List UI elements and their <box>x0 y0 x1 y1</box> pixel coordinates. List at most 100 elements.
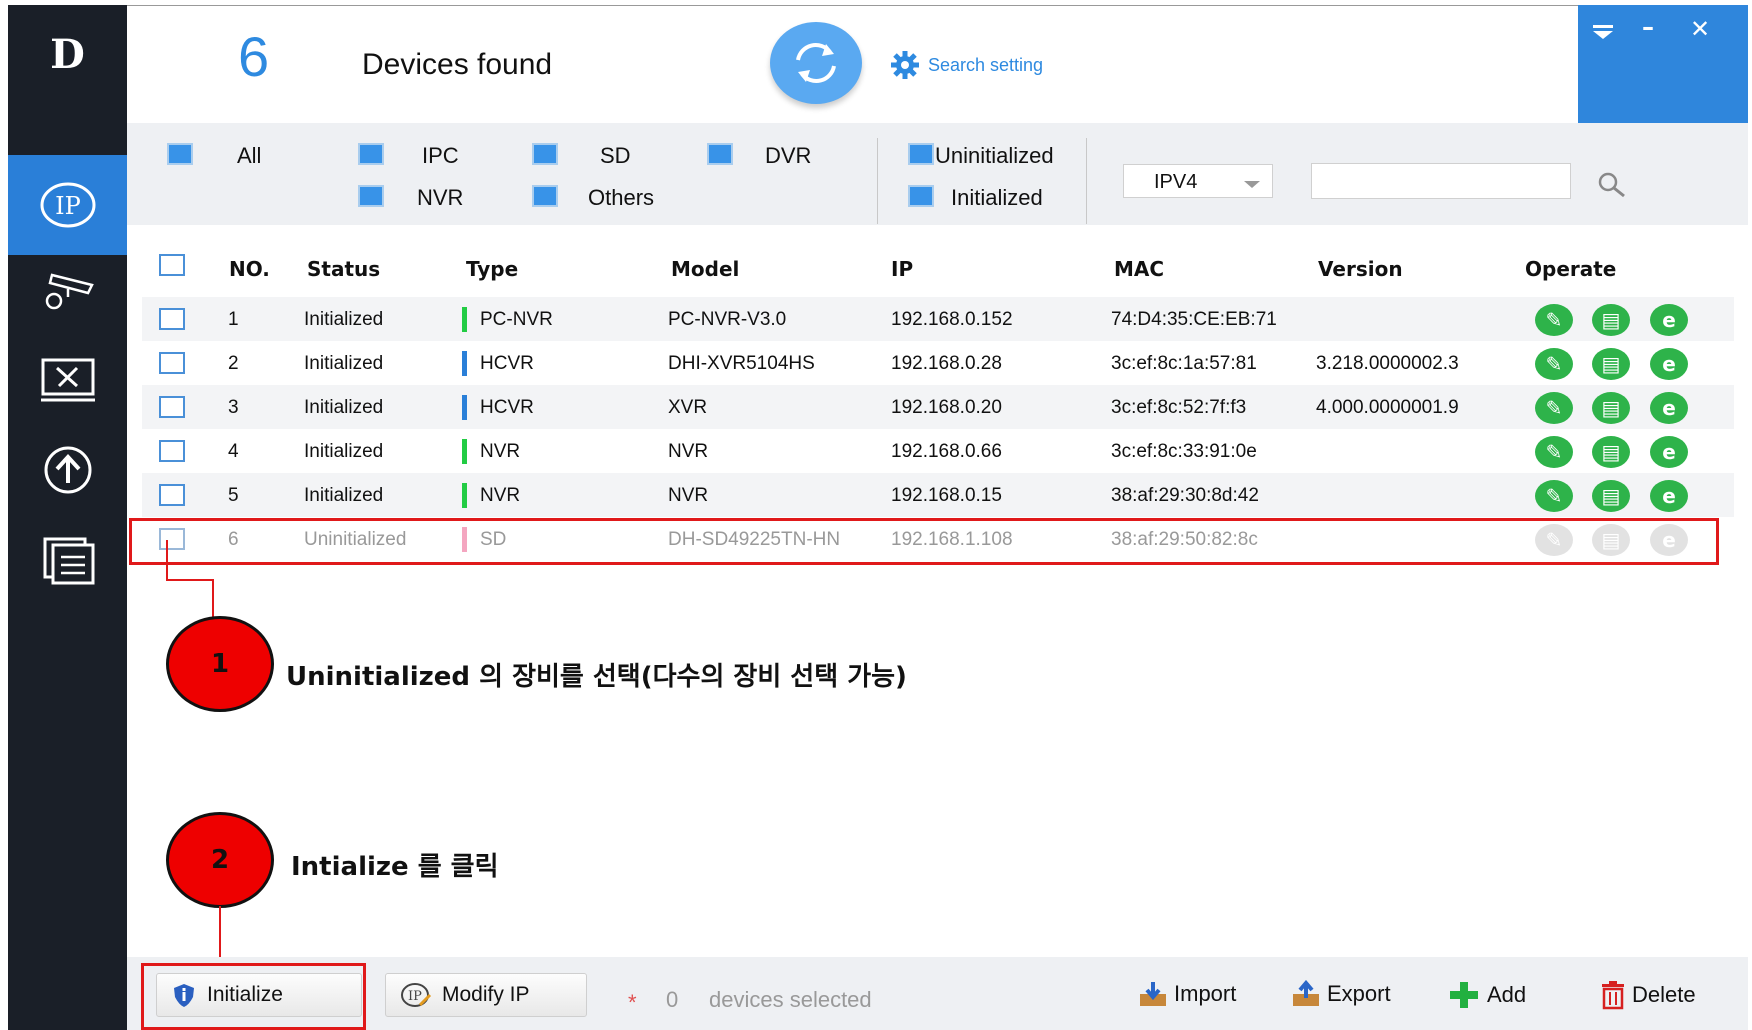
window-controls: – ✕ <box>1578 5 1748 123</box>
ip-version-value: IPV4 <box>1154 171 1198 193</box>
sidebar-item-camera-settings[interactable] <box>8 240 127 340</box>
details-icon[interactable]: ▤ <box>1592 436 1630 468</box>
row-status: Initialized <box>304 397 384 418</box>
filter-all-label: All <box>237 143 262 168</box>
table-row[interactable]: 5 Initialized NVR NVR 192.168.0.15 38:af… <box>142 473 1734 517</box>
web-browser-icon[interactable]: e <box>1650 436 1688 468</box>
filter-divider <box>877 138 878 224</box>
device-count: 6 <box>238 25 270 88</box>
highlight-uninitialized-row <box>129 518 1719 565</box>
row-status: Initialized <box>304 309 384 330</box>
row-mac: 38:af:29:30:8d:42 <box>1111 485 1259 506</box>
search-setting-link[interactable]: Search setting <box>890 50 1043 80</box>
edit-icon[interactable]: ✎ <box>1535 436 1573 468</box>
filter-initialized-checkbox[interactable] <box>908 185 934 207</box>
callout-line <box>166 579 214 581</box>
row-checkbox[interactable] <box>159 308 185 330</box>
modify-ip-icon: IP <box>401 983 432 1007</box>
column-header-model[interactable]: Model <box>671 257 739 281</box>
column-header-operate: Operate <box>1525 257 1617 281</box>
column-header-status[interactable]: Status <box>307 257 380 281</box>
dropdown-menu-button[interactable] <box>1592 19 1614 47</box>
web-browser-icon[interactable]: e <box>1650 304 1688 336</box>
filter-nvr-label: NVR <box>417 185 464 210</box>
web-browser-icon[interactable]: e <box>1650 348 1688 380</box>
edit-icon[interactable]: ✎ <box>1535 348 1573 380</box>
filter-nvr-checkbox[interactable] <box>358 185 384 207</box>
selected-count: 0 <box>666 987 679 1012</box>
row-model: DHI-XVR5104HS <box>668 353 815 374</box>
row-version: 3.218.0000002.3 <box>1316 353 1459 374</box>
select-all-checkbox[interactable] <box>159 254 185 276</box>
initialize-button[interactable]: Initialize <box>156 973 362 1017</box>
minimize-button[interactable]: – <box>1642 13 1654 41</box>
table-row[interactable]: 3 Initialized HCVR XVR 192.168.0.20 3c:e… <box>142 385 1734 429</box>
table-row[interactable]: 1 Initialized PC-NVR PC-NVR-V3.0 192.168… <box>142 297 1734 341</box>
column-header-mac[interactable]: MAC <box>1114 257 1164 281</box>
export-button[interactable]: Export <box>1291 980 1391 1008</box>
web-browser-icon[interactable]: e <box>1650 392 1688 424</box>
details-icon[interactable]: ▤ <box>1592 480 1630 512</box>
table-row[interactable]: 2 Initialized HCVR DHI-XVR5104HS 192.168… <box>142 341 1734 385</box>
row-checkbox[interactable] <box>159 440 185 462</box>
delete-label: Delete <box>1632 982 1696 1007</box>
filter-uninitialized-checkbox[interactable] <box>908 143 934 165</box>
modify-ip-button[interactable]: IP Modify IP <box>385 973 587 1017</box>
import-button[interactable]: Import <box>1138 980 1236 1008</box>
filter-dvr-checkbox[interactable] <box>707 143 733 165</box>
edit-icon[interactable]: ✎ <box>1535 304 1573 336</box>
edit-icon[interactable]: ✎ <box>1535 392 1573 424</box>
filter-sd-checkbox[interactable] <box>532 143 558 165</box>
trash-icon <box>1602 981 1624 1010</box>
edit-icon[interactable]: ✎ <box>1535 480 1573 512</box>
selected-text: devices selected <box>709 987 872 1012</box>
sidebar-item-upgrade[interactable] <box>8 420 127 520</box>
row-version: 4.000.0000001.9 <box>1316 397 1459 418</box>
row-ip: 192.168.0.15 <box>891 485 1002 506</box>
row-ip: 192.168.0.66 <box>891 441 1002 462</box>
details-icon[interactable]: ▤ <box>1592 348 1630 380</box>
row-checkbox[interactable] <box>159 352 185 374</box>
menu-chevron-icon <box>1593 25 1613 39</box>
upgrade-icon <box>44 446 91 494</box>
column-header-type[interactable]: Type <box>466 257 518 281</box>
row-checkbox[interactable] <box>159 396 185 418</box>
search-input[interactable] <box>1311 163 1571 199</box>
details-icon[interactable]: ▤ <box>1592 304 1630 336</box>
sidebar: D IP <box>8 5 127 1030</box>
refresh-search-button[interactable] <box>770 22 862 104</box>
column-header-version[interactable]: Version <box>1318 257 1403 281</box>
delete-button[interactable]: Delete <box>1600 980 1696 1010</box>
step-badge-2: 2 <box>166 812 274 908</box>
filter-all-checkbox[interactable] <box>167 143 193 165</box>
sidebar-item-system-tools[interactable] <box>8 330 127 430</box>
type-indicator <box>462 439 467 464</box>
search-button[interactable] <box>1596 170 1628 203</box>
column-header-ip[interactable]: IP <box>891 257 913 281</box>
svg-text:IP: IP <box>408 989 422 1004</box>
details-icon[interactable]: ▤ <box>1592 392 1630 424</box>
type-indicator <box>462 351 467 376</box>
callout-line <box>212 579 214 617</box>
search-setting-label: Search setting <box>928 54 1044 75</box>
row-type: HCVR <box>480 353 534 374</box>
import-label: Import <box>1174 981 1237 1006</box>
row-checkbox[interactable] <box>159 484 185 506</box>
search-icon <box>1598 172 1625 198</box>
web-browser-icon[interactable]: e <box>1650 480 1688 512</box>
close-button[interactable]: ✕ <box>1690 15 1710 43</box>
filter-others-checkbox[interactable] <box>532 185 558 207</box>
filter-ipc-checkbox[interactable] <box>358 143 384 165</box>
row-no: 1 <box>228 309 239 330</box>
sidebar-item-documents[interactable] <box>8 510 127 610</box>
svg-text:IP: IP <box>55 192 81 220</box>
table-row[interactable]: 4 Initialized NVR NVR 192.168.0.66 3c:ef… <box>142 429 1734 473</box>
export-label: Export <box>1327 981 1391 1006</box>
add-button[interactable]: Add <box>1447 980 1526 1010</box>
filter-others-label: Others <box>588 185 655 210</box>
row-model: NVR <box>668 441 709 462</box>
documents-icon <box>43 537 94 585</box>
row-model: NVR <box>668 485 709 506</box>
ip-version-select[interactable]: IPV4 <box>1123 164 1273 198</box>
gear-icon <box>891 51 919 79</box>
